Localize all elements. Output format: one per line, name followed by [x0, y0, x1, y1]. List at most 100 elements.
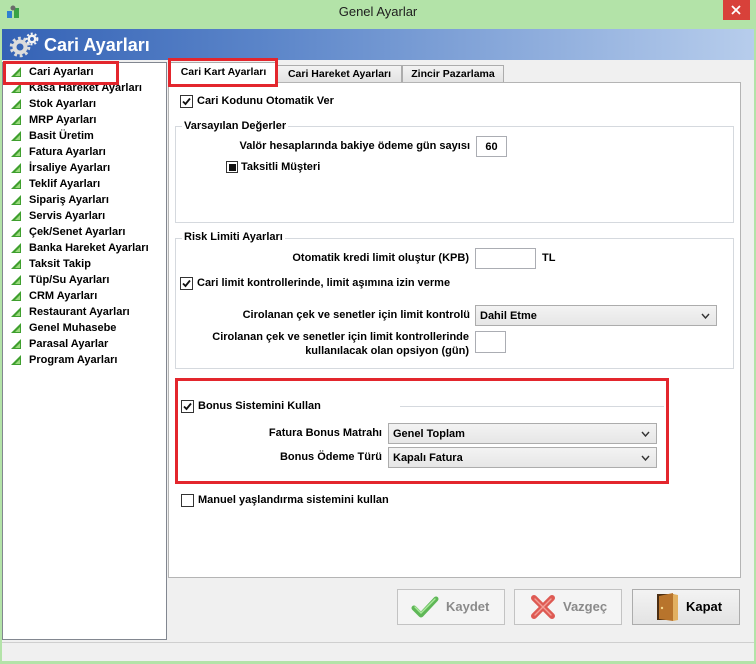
- sidebar-item-label: Sipariş Ayarları: [29, 194, 109, 206]
- green-triangle-icon: [11, 147, 21, 157]
- sidebar-item-label: Teklif Ayarları: [29, 178, 101, 190]
- auto-credit-limit-label: Otomatik kredi limit oluştur (KPB): [292, 252, 469, 264]
- bonus-payment-type-dropdown[interactable]: Kapalı Fatura: [388, 447, 657, 468]
- sidebar-item-label: Servis Ayarları: [29, 210, 106, 222]
- auto-code-checkbox[interactable]: [180, 95, 193, 108]
- sidebar-item-label: Tüp/Su Ayarları: [29, 274, 110, 286]
- auto-credit-limit-input[interactable]: [475, 248, 536, 269]
- sidebar-item-basit-uretim[interactable]: Basit Üretim: [3, 128, 166, 144]
- green-triangle-icon: [11, 83, 21, 93]
- green-triangle-icon: [11, 355, 21, 365]
- sidebar-item-taksit-takip[interactable]: Taksit Takip: [3, 256, 166, 272]
- title-bar[interactable]: Genel Ayarlar: [0, 0, 756, 29]
- dropdown-value: Genel Toplam: [393, 428, 465, 440]
- sidebar-item-program-ayarlari[interactable]: Program Ayarları: [3, 352, 166, 368]
- sidebar-item-label: Basit Üretim: [29, 130, 94, 142]
- option-days-label-line1: Cirolanan çek ve senetler için limit kon…: [212, 331, 469, 343]
- sidebar-item-genel-muhasebe[interactable]: Genel Muhasebe: [3, 320, 166, 336]
- tab-cari-hareket-ayarlari[interactable]: Cari Hareket Ayarları: [277, 65, 402, 82]
- sidebar-item-mrp-ayarlari[interactable]: MRP Ayarları: [3, 112, 166, 128]
- bonus-payment-type-label: Bonus Ödeme Türü: [279, 451, 382, 463]
- endorsed-limit-control-label: Cirolanan çek ve senetler için limit kon…: [242, 309, 470, 321]
- green-triangle-icon: [11, 243, 21, 253]
- window-title: Genel Ayarlar: [338, 4, 418, 19]
- sidebar-item-label: Banka Hareket Ayarları: [29, 242, 149, 254]
- sidebar-item-label: Taksit Takip: [29, 258, 91, 270]
- allow-limit-exceed-checkbox[interactable]: [180, 277, 193, 290]
- green-triangle-icon: [11, 131, 21, 141]
- sidebar-item-label: Fatura Ayarları: [29, 146, 106, 158]
- sidebar-item-fatura-ayarlari[interactable]: Fatura Ayarları: [3, 144, 166, 160]
- settings-category-list[interactable]: Cari Ayarları Kasa Hareket Ayarları Stok A…: [2, 62, 167, 640]
- defaults-group-title: Varsayılan Değerler: [182, 119, 289, 133]
- door-icon: [657, 593, 678, 621]
- green-triangle-icon: [11, 291, 21, 301]
- auto-code-label: Cari Kodunu Otomatik Ver: [197, 95, 334, 107]
- sidebar-item-banka-hareket-ayarlari[interactable]: Banka Hareket Ayarları: [3, 240, 166, 256]
- installment-customer-label: Taksitli Müşteri: [241, 161, 321, 173]
- sidebar-item-label: Cari Ayarları: [29, 66, 94, 78]
- page-title: Cari Ayarları: [44, 35, 150, 55]
- status-bar: [2, 642, 754, 661]
- dropdown-value: Dahil Etme: [480, 310, 537, 322]
- sidebar-item-label: MRP Ayarları: [29, 114, 97, 126]
- sidebar-item-irsaliye-ayarlari[interactable]: İrsaliye Ayarları: [3, 160, 166, 176]
- bonus-system-checkbox[interactable]: [181, 400, 194, 413]
- green-triangle-icon: [11, 195, 21, 205]
- cancel-icon: [531, 595, 555, 619]
- sidebar-item-label: Kasa Hareket Ayarları: [29, 82, 142, 94]
- save-button[interactable]: Kaydet: [397, 589, 505, 625]
- green-triangle-icon: [11, 115, 21, 125]
- close-window-button[interactable]: [723, 0, 750, 20]
- manual-aging-label: Manuel yaşlandırma sistemini kullan: [198, 494, 389, 506]
- green-triangle-icon: [11, 99, 21, 109]
- app-icon[interactable]: [5, 4, 21, 20]
- currency-label: TL: [542, 252, 556, 264]
- risk-limit-group-title: Risk Limiti Ayarları: [182, 230, 285, 244]
- valor-days-input[interactable]: [476, 136, 507, 157]
- sidebar-item-label: Çek/Senet Ayarları: [29, 226, 126, 238]
- save-button-label: Kaydet: [446, 599, 490, 614]
- tab-zincir-pazarlama[interactable]: Zincir Pazarlama: [402, 65, 504, 82]
- sidebar-item-label: Restaurant Ayarları: [29, 306, 130, 318]
- green-triangle-icon: [11, 275, 21, 285]
- close-icon: [731, 5, 741, 15]
- chevron-down-icon: [641, 455, 650, 461]
- green-triangle-icon: [11, 67, 21, 77]
- sidebar-item-stok-ayarlari[interactable]: Stok Ayarları: [3, 96, 166, 112]
- sidebar-item-crm-ayarlari[interactable]: CRM Ayarları: [3, 288, 166, 304]
- green-triangle-icon: [11, 211, 21, 221]
- bonus-base-label: Fatura Bonus Matrahı: [268, 427, 382, 439]
- sidebar-item-label: CRM Ayarları: [29, 290, 98, 302]
- sidebar-item-kasa-hareket-ayarlari[interactable]: Kasa Hareket Ayarları: [3, 80, 166, 96]
- chevron-down-icon: [701, 313, 710, 319]
- sidebar-item-parasal-ayarlar[interactable]: Parasal Ayarlar: [3, 336, 166, 352]
- sidebar-item-siparis-ayarlari[interactable]: Sipariş Ayarları: [3, 192, 166, 208]
- green-triangle-icon: [11, 323, 21, 333]
- sidebar-item-cek-senet-ayarlari[interactable]: Çek/Senet Ayarları: [3, 224, 166, 240]
- green-triangle-icon: [11, 307, 21, 317]
- sidebar-item-tup-su-ayarlari[interactable]: Tüp/Su Ayarları: [3, 272, 166, 288]
- manual-aging-checkbox[interactable]: [181, 494, 194, 507]
- green-triangle-icon: [11, 163, 21, 173]
- sidebar-item-cari-ayarlari[interactable]: Cari Ayarları: [3, 64, 166, 80]
- sidebar-item-label: İrsaliye Ayarları: [29, 162, 111, 174]
- green-triangle-icon: [11, 259, 21, 269]
- option-days-label-line2: kullanılacak olan opsiyon (gün): [305, 345, 469, 357]
- valor-days-label: Valör hesaplarında bakiye ödeme gün sayı…: [239, 140, 470, 152]
- dropdown-value: Kapalı Fatura: [393, 452, 463, 464]
- sidebar-item-label: Parasal Ayarlar: [29, 338, 109, 350]
- allow-limit-exceed-label: Cari limit kontrollerinde, limit aşımına…: [197, 277, 451, 289]
- cancel-button[interactable]: Vazgeç: [514, 589, 622, 625]
- endorsed-limit-control-dropdown[interactable]: Dahil Etme: [475, 305, 717, 326]
- tab-cari-kart-ayarlari[interactable]: Cari Kart Ayarları: [170, 62, 277, 83]
- green-triangle-icon: [11, 179, 21, 189]
- sidebar-item-restaurant-ayarlari[interactable]: Restaurant Ayarları: [3, 304, 166, 320]
- sidebar-item-teklif-ayarlari[interactable]: Teklif Ayarları: [3, 176, 166, 192]
- sidebar-item-servis-ayarlari[interactable]: Servis Ayarları: [3, 208, 166, 224]
- green-triangle-icon: [11, 339, 21, 349]
- bonus-base-dropdown[interactable]: Genel Toplam: [388, 423, 657, 444]
- option-days-input[interactable]: [475, 331, 506, 353]
- installment-customer-checkbox[interactable]: [226, 161, 238, 173]
- close-button[interactable]: Kapat: [632, 589, 740, 625]
